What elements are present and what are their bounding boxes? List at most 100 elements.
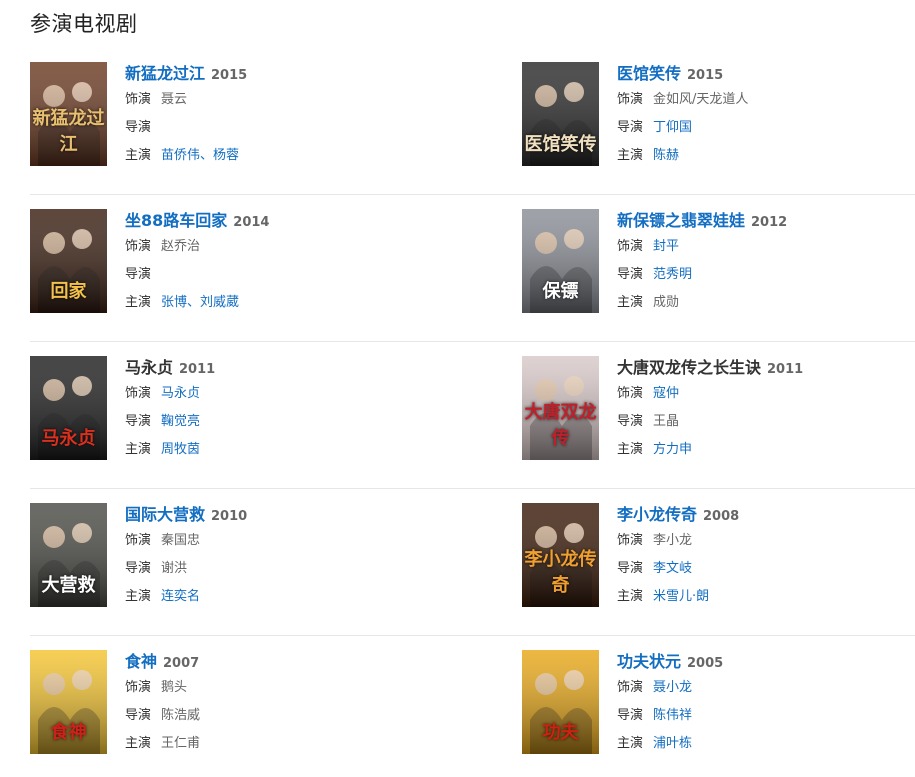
director-label: 导演 bbox=[125, 120, 152, 135]
poster-image[interactable]: 医馆笑传 bbox=[522, 62, 599, 166]
star-label: 主演 bbox=[617, 589, 644, 604]
star-line: 主演 王仁甫 bbox=[125, 730, 425, 758]
poster-caption: 大营救 bbox=[41, 575, 96, 596]
poster-image[interactable]: 回家 bbox=[30, 209, 107, 313]
role-label: 饰演 bbox=[617, 533, 644, 548]
star-line: 主演 连奕名 bbox=[125, 583, 425, 611]
director-value[interactable]: 陈伟祥 bbox=[653, 708, 692, 723]
poster-caption: 马永贞 bbox=[41, 428, 96, 449]
role-label: 饰演 bbox=[617, 92, 644, 107]
series-title-link[interactable]: 新保镖之翡翠娃娃 bbox=[617, 211, 745, 230]
role-line: 饰演 金如风/天龙道人 bbox=[617, 86, 915, 114]
role-line: 饰演 鹅头 bbox=[125, 674, 425, 702]
title-line: 大唐双龙传之长生诀 2011 bbox=[617, 356, 915, 380]
role-label: 饰演 bbox=[125, 533, 152, 548]
director-label: 导演 bbox=[617, 414, 644, 429]
director-value: 陈浩威 bbox=[161, 708, 201, 723]
star-value[interactable]: 陈赫 bbox=[653, 148, 679, 163]
series-title-link[interactable]: 功夫状元 bbox=[617, 652, 681, 671]
poster-image[interactable]: 大营救 bbox=[30, 503, 107, 607]
director-value[interactable]: 范秀明 bbox=[653, 267, 692, 282]
director-value: 谢洪 bbox=[161, 561, 188, 576]
star-value[interactable]: 周牧茵 bbox=[161, 442, 200, 457]
star-line: 主演 成勋 bbox=[617, 289, 915, 317]
director-line: 导演 王晶 bbox=[617, 408, 915, 436]
role-value[interactable]: 马永贞 bbox=[161, 386, 200, 401]
role-label: 饰演 bbox=[617, 680, 644, 695]
poster-image[interactable]: 功夫 bbox=[522, 650, 599, 754]
series-item: 马永贞 马永贞 2011 饰演 马永贞 导演 鞠觉亮 主演 周牧茵 bbox=[30, 356, 430, 462]
star-line: 主演 周牧茵 bbox=[125, 436, 425, 464]
series-item: 大营救 国际大营救 2010 饰演 秦国忠 导演 谢洪 主演 连奕名 bbox=[30, 503, 430, 609]
director-line: 导演 丁仰国 bbox=[617, 114, 915, 142]
series-item: 大唐双龙传 大唐双龙传之长生诀 2011 饰演 寇仲 导演 王晶 主演 方力申 bbox=[522, 356, 915, 462]
star-line: 主演 米雪儿·朗 bbox=[617, 583, 915, 611]
series-info: 功夫状元 2005 饰演 聂小龙 导演 陈伟祥 主演 浦叶栋 bbox=[617, 650, 915, 758]
title-line: 医馆笑传 2015 bbox=[617, 62, 915, 86]
poster-image[interactable]: 食神 bbox=[30, 650, 107, 754]
director-value[interactable]: 丁仰国 bbox=[653, 120, 692, 135]
star-label: 主演 bbox=[125, 736, 152, 751]
role-label: 饰演 bbox=[125, 92, 152, 107]
star-value[interactable]: 张博 bbox=[161, 295, 187, 310]
poster-caption: 大唐双龙传 bbox=[524, 402, 597, 449]
director-value[interactable]: 李文岐 bbox=[653, 561, 692, 576]
role-value[interactable]: 聂小龙 bbox=[653, 680, 692, 695]
series-item: 李小龙传奇 李小龙传奇 2008 饰演 李小龙 导演 李文岐 主演 米雪儿·朗 bbox=[522, 503, 915, 609]
role-line: 饰演 赵乔治 bbox=[125, 233, 425, 261]
series-info: 坐88路车回家 2014 饰演 赵乔治 导演 主演 张博、刘威葳 bbox=[125, 209, 425, 317]
role-value[interactable]: 寇仲 bbox=[653, 386, 679, 401]
star-label: 主演 bbox=[125, 442, 152, 457]
star-value: 王仁甫 bbox=[161, 736, 201, 751]
title-line: 功夫状元 2005 bbox=[617, 650, 915, 674]
series-year: 2005 bbox=[687, 656, 724, 671]
series-year: 2015 bbox=[687, 68, 724, 83]
series-title-link[interactable]: 医馆笑传 bbox=[617, 64, 681, 83]
series-row: 大营救 国际大营救 2010 饰演 秦国忠 导演 谢洪 主演 连奕名 李小龙传奇 李小龙传奇 2008… bbox=[30, 489, 915, 636]
series-title-link[interactable]: 李小龙传奇 bbox=[617, 505, 697, 524]
poster-image[interactable]: 马永贞 bbox=[30, 356, 107, 460]
poster-image[interactable]: 新猛龙过江 bbox=[30, 62, 107, 166]
role-line: 饰演 秦国忠 bbox=[125, 527, 425, 555]
series-info: 新保镖之翡翠娃娃 2012 饰演 封平 导演 范秀明 主演 成勋 bbox=[617, 209, 915, 317]
poster-caption: 新猛龙过江 bbox=[32, 108, 105, 155]
star-line: 主演 陈赫 bbox=[617, 142, 915, 170]
director-value: 王晶 bbox=[653, 414, 680, 429]
series-title-link[interactable]: 坐88路车回家 bbox=[125, 211, 227, 230]
star-value[interactable]: 方力申 bbox=[653, 442, 692, 457]
director-value[interactable]: 鞠觉亮 bbox=[161, 414, 200, 429]
title-line: 国际大营救 2010 bbox=[125, 503, 425, 527]
series-row: 回家 坐88路车回家 2014 饰演 赵乔治 导演 主演 张博、刘威葳 保镖 新保镖之翡翠娃娃 20… bbox=[30, 195, 915, 342]
star-value[interactable]: 杨蓉 bbox=[213, 148, 239, 163]
poster-image[interactable]: 保镖 bbox=[522, 209, 599, 313]
poster-caption: 功夫 bbox=[542, 722, 579, 743]
series-year: 2010 bbox=[211, 509, 248, 524]
poster-image[interactable]: 李小龙传奇 bbox=[522, 503, 599, 607]
star-value[interactable]: 米雪儿·朗 bbox=[653, 589, 709, 604]
role-label: 饰演 bbox=[617, 386, 644, 401]
role-value: 李小龙 bbox=[653, 533, 693, 548]
title-line: 新猛龙过江 2015 bbox=[125, 62, 425, 86]
role-value[interactable]: 封平 bbox=[653, 239, 679, 254]
series-title-link[interactable]: 国际大营救 bbox=[125, 505, 205, 524]
star-value: 成勋 bbox=[653, 295, 680, 310]
role-value: 聂云 bbox=[161, 92, 188, 107]
series-item: 医馆笑传 医馆笑传 2015 饰演 金如风/天龙道人 导演 丁仰国 主演 陈赫 bbox=[522, 62, 915, 168]
star-line: 主演 方力申 bbox=[617, 436, 915, 464]
star-value[interactable]: 浦叶栋 bbox=[653, 736, 692, 751]
role-value: 金如风/天龙道人 bbox=[653, 92, 749, 107]
series-year: 2015 bbox=[211, 68, 248, 83]
series-title-link[interactable]: 马永贞 bbox=[125, 358, 173, 377]
star-value[interactable]: 刘威葳 bbox=[200, 295, 239, 310]
role-value: 赵乔治 bbox=[161, 239, 201, 254]
series-year: 2008 bbox=[703, 509, 740, 524]
series-title-link[interactable]: 大唐双龙传之长生诀 bbox=[617, 358, 761, 377]
star-value[interactable]: 连奕名 bbox=[161, 589, 200, 604]
series-title-link[interactable]: 新猛龙过江 bbox=[125, 64, 205, 83]
star-value[interactable]: 苗侨伟 bbox=[161, 148, 200, 163]
poster-image[interactable]: 大唐双龙传 bbox=[522, 356, 599, 460]
poster-caption: 回家 bbox=[50, 281, 87, 302]
director-line: 导演 陈伟祥 bbox=[617, 702, 915, 730]
series-title-link[interactable]: 食神 bbox=[125, 652, 157, 671]
director-label: 导演 bbox=[125, 267, 152, 282]
